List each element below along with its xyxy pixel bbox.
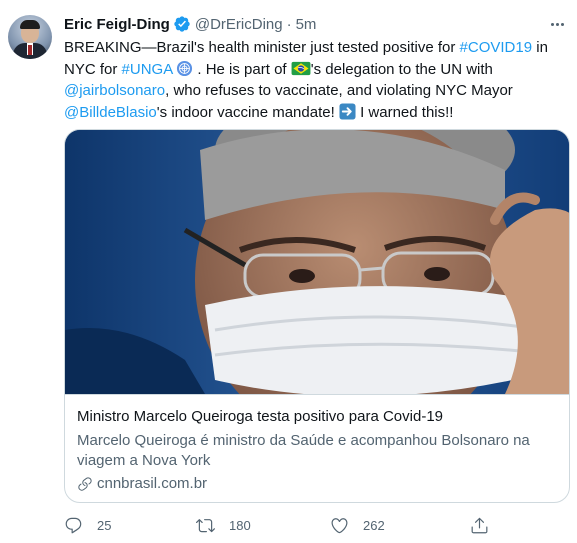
mention-billdeblasio[interactable]: @BilldeBlasio bbox=[64, 104, 157, 121]
more-options-icon[interactable] bbox=[546, 14, 568, 34]
united-nations-emoji bbox=[177, 60, 193, 76]
share-icon bbox=[471, 517, 488, 533]
separator-dot: · bbox=[286, 15, 292, 33]
hashtag-covid19[interactable]: #COVID19 bbox=[460, 39, 533, 56]
like-count: 262 bbox=[363, 517, 385, 533]
tweet-time[interactable]: 5m bbox=[296, 16, 317, 33]
reply-count: 25 bbox=[97, 517, 112, 533]
tweet-line-1: BREAKING—Brazil's health minister just t… bbox=[64, 39, 548, 56]
avatar[interactable] bbox=[8, 15, 52, 59]
tweet-text: BREAKING—Brazil's health minister just t… bbox=[64, 37, 569, 123]
right-arrow-emoji bbox=[339, 103, 356, 120]
reply-button[interactable]: 25 bbox=[64, 512, 111, 538]
card-domain[interactable]: cnnbrasil.com.br bbox=[77, 475, 207, 492]
card-domain-text: cnnbrasil.com.br bbox=[97, 475, 208, 492]
reply-icon bbox=[65, 517, 82, 533]
minister-photo bbox=[65, 130, 569, 394]
like-button[interactable]: 262 bbox=[330, 512, 385, 538]
hashtag-unga[interactable]: #UNGA bbox=[122, 61, 174, 78]
tweet[interactable]: Eric Feigl-Ding @DrEricDing · 5m BREAKIN… bbox=[0, 0, 577, 543]
retweet-button[interactable]: 180 bbox=[196, 512, 251, 538]
mention-jairbolsonaro[interactable]: @jairbolsonaro bbox=[64, 82, 165, 99]
like-icon bbox=[331, 517, 348, 533]
tweet-header: Eric Feigl-Ding @DrEricDing · 5m bbox=[64, 13, 316, 35]
tweet-line-3: @jairbolsonaro, who refuses to vaccinate… bbox=[64, 82, 513, 100]
author-handle[interactable]: @DrEricDing bbox=[195, 16, 283, 33]
author-name[interactable]: Eric Feigl-Ding bbox=[64, 16, 170, 33]
tweet-actions: 25 180 262 bbox=[64, 512, 494, 538]
card-description: Marcelo Queiroga é ministro da Saúde e a… bbox=[77, 432, 530, 469]
share-button[interactable] bbox=[470, 512, 489, 538]
tweet-line-2: NYC for #UNGA . He is part of 's delegat… bbox=[64, 60, 493, 78]
card-image[interactable] bbox=[65, 130, 569, 394]
card-info[interactable]: Ministro Marcelo Queiroga testa positivo… bbox=[65, 394, 569, 502]
link-card[interactable]: Ministro Marcelo Queiroga testa positivo… bbox=[64, 129, 570, 503]
retweet-icon bbox=[196, 518, 215, 532]
brazil-flag-emoji bbox=[291, 61, 311, 75]
link-icon bbox=[78, 476, 92, 491]
card-title[interactable]: Ministro Marcelo Queiroga testa positivo… bbox=[77, 408, 443, 425]
retweet-count: 180 bbox=[229, 517, 251, 533]
tweet-line-4: @BilldeBlasio's indoor vaccine mandate! … bbox=[64, 103, 454, 121]
verified-badge-icon bbox=[174, 16, 190, 32]
